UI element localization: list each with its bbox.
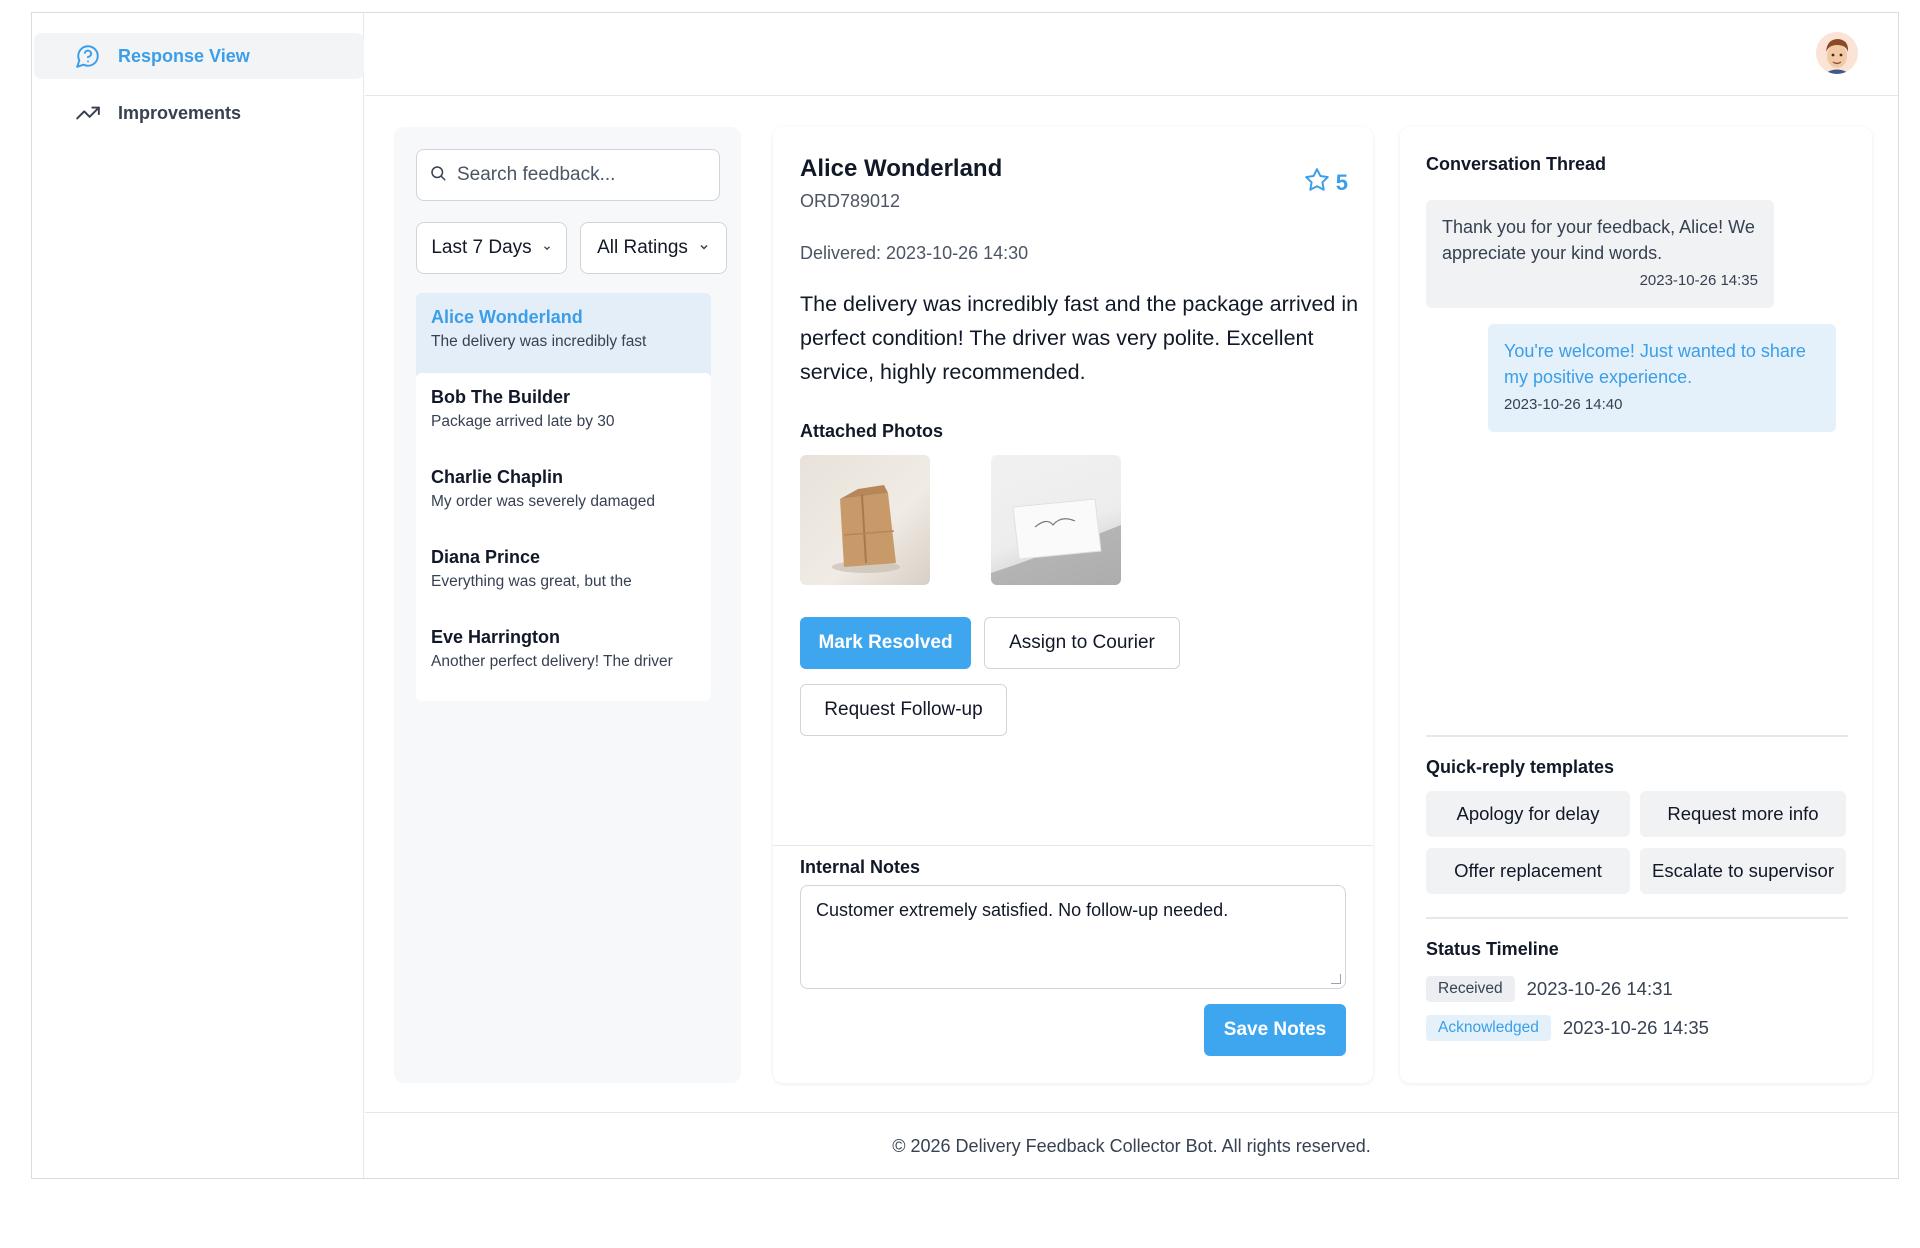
timeline-time: 2023-10-26 14:35 [1562,1017,1709,1038]
copyright-text: © 2026 Delivery Feedback Collector Bot. … [892,1135,1371,1156]
feedback-snippet: The delivery was incredibly fast [431,333,647,350]
section-divider [1426,917,1848,919]
sidebar-item-improvements[interactable]: Improvements [34,90,364,136]
search-box [416,149,720,201]
attached-photo-paper-bag[interactable] [800,455,930,585]
incoming-message: Thank you for your feedback, Alice! We a… [1426,200,1774,308]
status-badge: Acknowledged [1426,1015,1551,1041]
rating-filter-label: All Ratings [597,237,688,258]
section-divider [1426,735,1848,737]
template-escalate-button[interactable]: Escalate to supervisor [1640,848,1846,894]
feedback-snippet: Another perfect delivery! The driver [431,653,673,670]
user-avatar[interactable] [1816,32,1858,74]
sidebar: Response View Improvements [32,13,364,1178]
rating-filter-dropdown[interactable]: All Ratings [580,222,727,274]
feedback-customer-name: Diana Prince [431,547,541,567]
order-id: ORD789012 [800,191,901,211]
search-icon [429,164,447,187]
timeline-entry: Acknowledged 2023-10-26 14:35 [1426,1015,1709,1041]
feedback-snippet: My order was severely damaged [431,493,655,510]
rating-value: 5 [1335,170,1348,195]
feedback-snippet: Everything was great, but the [431,573,632,590]
feedback-detail-panel: Alice Wonderland ORD789012 5 Delivered: … [773,127,1373,1083]
top-bar [365,13,1898,96]
date-filter-label: Last 7 Days [431,237,532,258]
attached-photo-envelope[interactable] [991,455,1121,585]
feedback-list-item[interactable]: Diana Prince Everything was great, but t… [416,533,711,621]
app-window: Response View Improvements Search feedba… [31,12,1899,1179]
feedback-list-item[interactable]: Charlie Chaplin My order was severely da… [416,453,711,541]
customer-name: Alice Wonderland [800,155,1003,182]
sidebar-item-label: Response View [118,45,250,66]
feedback-list-item[interactable]: Bob The Builder Package arrived late by … [416,373,711,461]
feedback-list-item[interactable]: Alice Wonderland The delivery was incred… [416,293,711,381]
quick-reply-title: Quick-reply templates [1426,757,1615,777]
feedback-customer-name: Alice Wonderland [431,307,583,327]
chat-question-icon [74,42,102,70]
chevron-down-icon [542,237,552,259]
mark-resolved-button[interactable]: Mark Resolved [800,617,971,669]
outgoing-message: You're welcome! Just wanted to share my … [1488,324,1836,432]
template-more-info-button[interactable]: Request more info [1640,791,1846,837]
save-notes-button[interactable]: Save Notes [1204,1004,1346,1056]
attached-photos-label: Attached Photos [800,421,944,441]
message-text: Thank you for your feedback, Alice! We a… [1442,217,1755,263]
conversation-thread-title: Conversation Thread [1426,154,1607,174]
resize-handle-icon[interactable] [1331,974,1341,984]
delivered-timestamp: Delivered: 2023-10-26 14:30 [800,243,1029,263]
internal-notes-value: Customer extremely satisfied. No follow-… [816,900,1229,920]
feedback-customer-name: Charlie Chaplin [431,467,564,487]
sidebar-item-response-view[interactable]: Response View [34,33,364,79]
template-replacement-button[interactable]: Offer replacement [1426,848,1630,894]
status-badge: Received [1426,976,1515,1002]
feedback-list-item[interactable]: Eve Harrington Another perfect delivery!… [416,613,711,701]
rating-display: 5 [1304,167,1348,199]
internal-notes-textarea[interactable]: Customer extremely satisfied. No follow-… [800,885,1346,989]
timeline-entry: Received 2023-10-26 14:31 [1426,976,1673,1002]
template-apology-button[interactable]: Apology for delay [1426,791,1630,837]
feedback-list-panel: Last 7 Days All Ratings Alice Wonderland… [394,127,741,1083]
search-input[interactable] [457,164,707,186]
chevron-down-icon [698,237,710,259]
message-timestamp: 2023-10-26 14:35 [1639,272,1758,289]
feedback-customer-name: Bob The Builder [431,387,570,407]
internal-notes-label: Internal Notes [800,857,921,877]
date-filter-dropdown[interactable]: Last 7 Days [416,222,567,274]
star-icon [1304,167,1330,199]
assign-courier-button[interactable]: Assign to Courier [984,617,1180,669]
conversation-panel: Conversation Thread Thank you for your f… [1400,127,1872,1083]
message-timestamp: 2023-10-26 14:40 [1504,396,1623,413]
status-timeline-title: Status Timeline [1426,939,1559,959]
timeline-time: 2023-10-26 14:31 [1526,978,1673,999]
trending-up-icon [74,99,102,127]
section-divider [773,845,1373,846]
request-follow-up-button[interactable]: Request Follow-up [800,684,1007,736]
sidebar-item-label: Improvements [118,102,242,123]
main-content: Last 7 Days All Ratings Alice Wonderland… [365,97,1898,1112]
feedback-snippet: Package arrived late by 30 [431,413,615,430]
footer: © 2026 Delivery Feedback Collector Bot. … [365,1112,1898,1179]
message-text: You're welcome! Just wanted to share my … [1504,341,1806,387]
feedback-text: The delivery was incredibly fast and the… [800,292,1359,384]
feedback-customer-name: Eve Harrington [431,627,561,647]
